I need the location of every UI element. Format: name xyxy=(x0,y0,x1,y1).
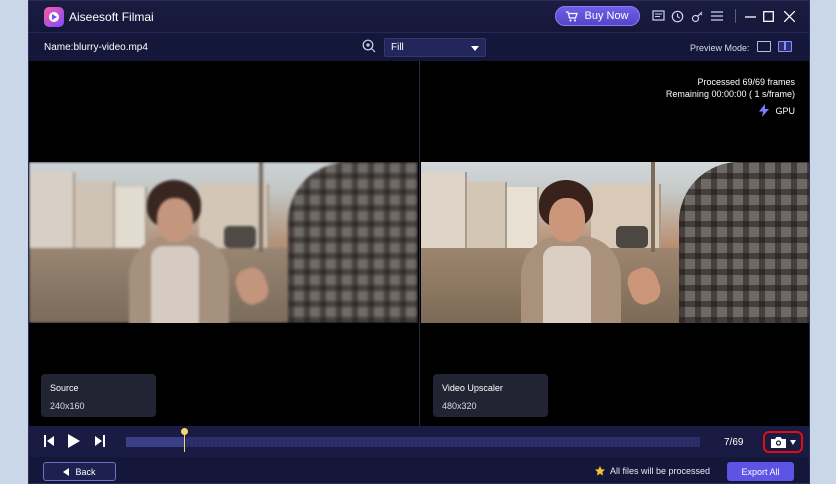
title-divider xyxy=(735,9,736,23)
app-logo-icon xyxy=(44,7,64,27)
close-icon[interactable] xyxy=(781,8,797,24)
export-all-button[interactable]: Export All xyxy=(727,462,794,481)
export-all-label: Export All xyxy=(741,466,780,477)
gpu-indicator: GPU xyxy=(759,104,795,117)
feedback-icon[interactable] xyxy=(650,8,666,24)
back-label: Back xyxy=(75,466,96,477)
minimize-icon[interactable] xyxy=(742,8,758,24)
process-note: All files will be processed xyxy=(595,466,710,476)
playhead-handle[interactable] xyxy=(181,428,188,452)
camera-icon xyxy=(770,437,786,448)
title-bar: Aiseesoft Filmai Buy Now xyxy=(29,1,809,32)
back-arrow-icon xyxy=(63,467,70,476)
process-note-text: All files will be processed xyxy=(610,466,711,476)
remaining-time-text: Remaining 00:00:00 ( 1 s/frame) xyxy=(665,89,795,99)
frame-counter: 7/69 xyxy=(724,437,744,448)
chevron-down-icon xyxy=(471,46,479,51)
back-button[interactable]: Back xyxy=(43,462,116,481)
processing-stats: Processed 69/69 frames Remaining 00:00:0… xyxy=(666,76,795,100)
gpu-label: GPU xyxy=(775,105,795,116)
source-video-frame xyxy=(29,162,418,323)
app-window: Aiseesoft Filmai Buy Now Name:blurry-vid… xyxy=(28,0,810,484)
upscaled-resolution: 480x320 xyxy=(442,401,477,411)
preview-area: Processed 69/69 frames Remaining 00:00:0… xyxy=(29,61,809,426)
bottom-bar: Back All files will be processed Export … xyxy=(29,457,809,483)
maximize-icon[interactable] xyxy=(760,8,776,24)
history-icon[interactable] xyxy=(669,8,685,24)
source-title: Source xyxy=(50,383,79,393)
preview-mode-label: Preview Mode: xyxy=(690,43,750,53)
preview-toolbar: Name:blurry-video.mp4 Fill Preview Mode: xyxy=(29,32,809,61)
source-resolution: 240x160 xyxy=(50,401,85,411)
single-view-icon[interactable] xyxy=(757,41,771,52)
snapshot-button[interactable] xyxy=(763,431,803,453)
upscaled-title: Video Upscaler xyxy=(442,383,503,393)
cart-icon xyxy=(566,10,579,21)
upscaled-info-box: Video Upscaler 480x320 xyxy=(433,374,548,417)
timeline-progress xyxy=(126,437,184,447)
upscaled-video-frame xyxy=(421,162,809,323)
timeline-track[interactable] xyxy=(126,437,700,447)
play-icon[interactable] xyxy=(68,434,84,450)
buy-now-button[interactable]: Buy Now xyxy=(555,6,640,26)
next-frame-icon[interactable] xyxy=(91,434,107,450)
source-info-box: Source 240x160 xyxy=(41,374,156,417)
menu-icon[interactable] xyxy=(709,8,725,24)
playback-bar: 7/69 xyxy=(29,426,809,457)
app-title: Aiseesoft Filmai xyxy=(69,10,154,24)
key-icon[interactable] xyxy=(689,8,705,24)
processed-frames-text: Processed 69/69 frames xyxy=(697,77,795,87)
star-icon xyxy=(595,466,605,476)
lightning-icon xyxy=(759,104,770,117)
file-name: Name:blurry-video.mp4 xyxy=(44,42,148,53)
pane-divider[interactable] xyxy=(419,61,420,426)
buy-now-label: Buy Now xyxy=(584,10,629,22)
split-view-icon[interactable] xyxy=(778,41,792,52)
previous-frame-icon[interactable] xyxy=(44,434,60,450)
fill-mode-select[interactable]: Fill xyxy=(384,38,486,57)
fill-mode-value: Fill xyxy=(391,42,404,53)
chevron-down-icon xyxy=(789,439,796,445)
zoom-icon[interactable] xyxy=(362,39,378,55)
